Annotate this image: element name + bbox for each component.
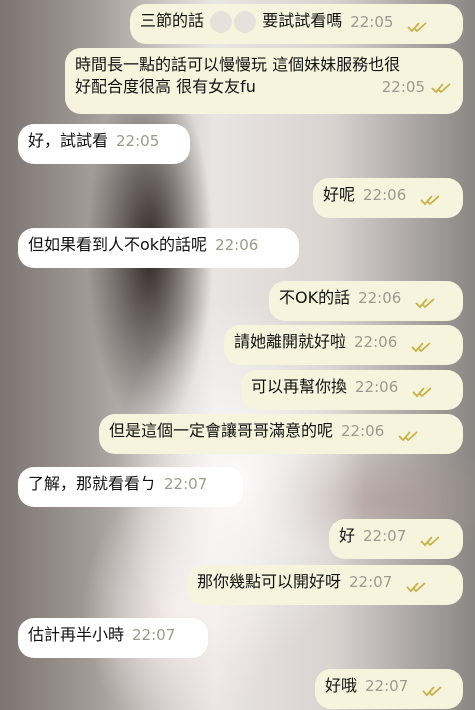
double-check-icon <box>406 582 426 593</box>
message-text: 可以再幫你換 <box>251 377 348 396</box>
message-bubble-outgoing[interactable]: 請她離開就好啦 22:06 <box>224 325 463 365</box>
message-text: 好 <box>339 526 356 545</box>
message-time: 22:07 <box>349 573 393 591</box>
message-bubble-incoming[interactable]: 但如果看到人不ok的話呢 22:06 <box>18 228 299 268</box>
double-check-icon <box>431 83 451 94</box>
message-text: 請她離開就好啦 <box>234 332 347 351</box>
message-text: 估計再半小時 <box>28 625 125 644</box>
message-text-line: 好配合度很高 很有女友fu <box>75 77 256 96</box>
message-time: 22:07 <box>164 475 208 493</box>
message-bubble-incoming[interactable]: 估計再半小時 22:07 <box>18 618 208 658</box>
double-check-icon <box>411 342 431 353</box>
message-time: 22:05 <box>116 132 160 150</box>
message-text: 但如果看到人不ok的話呢 <box>28 235 208 254</box>
sticker-icon <box>210 10 233 33</box>
message-time: 22:05 <box>350 12 394 31</box>
message-time: 22:06 <box>354 333 398 351</box>
message-time: 22:07 <box>363 527 407 545</box>
message-text: 好，試試看 <box>28 131 109 150</box>
message-bubble-outgoing[interactable]: 那你幾點可以開好呀 22:07 <box>187 565 463 605</box>
message-bubble-outgoing[interactable]: 好呢 22:06 <box>313 178 463 218</box>
double-check-icon <box>415 298 435 309</box>
double-check-icon <box>420 536 440 547</box>
message-bubble-outgoing[interactable]: 不OK的話 22:06 <box>269 281 463 321</box>
message-time: 22:05 <box>381 78 425 96</box>
message-bubble-outgoing[interactable]: 好 22:07 <box>329 519 463 559</box>
message-bubble-outgoing[interactable]: 時間長一點的話可以慢慢玩 這個妹妹服務也很 好配合度很高 很有女友fu 22:0… <box>65 48 463 114</box>
message-time: 22:07 <box>365 677 409 695</box>
message-time: 22:06 <box>355 378 399 396</box>
message-time: 22:06 <box>215 236 259 254</box>
message-text: 三節的話 要試試看嗎 <box>140 10 342 33</box>
message-text: 好呢 <box>323 185 356 204</box>
message-text: 好哦 <box>325 676 358 695</box>
double-check-icon <box>407 21 428 32</box>
message-bubble-outgoing[interactable]: 但是這個一定會讓哥哥滿意的呢 22:06 <box>99 414 463 454</box>
message-bubble-outgoing[interactable]: 可以再幫你換 22:06 <box>241 370 463 410</box>
message-text-line: 時間長一點的話可以慢慢玩 這個妹妹服務也很 <box>75 55 401 74</box>
message-time: 22:06 <box>358 289 402 307</box>
message-text: 那你幾點可以開好呀 <box>197 572 342 591</box>
message-time: 22:07 <box>132 626 176 644</box>
double-check-icon <box>422 686 442 697</box>
message-bubble-incoming[interactable]: 了解，那就看看ㄅ 22:07 <box>18 467 243 507</box>
message-bubble-incoming[interactable]: 好，試試看 22:05 <box>18 124 190 164</box>
message-text: 但是這個一定會讓哥哥滿意的呢 <box>109 421 334 440</box>
sticker-icon <box>234 10 257 33</box>
double-check-icon <box>398 431 418 442</box>
double-check-icon <box>412 387 432 398</box>
message-time: 22:06 <box>363 186 407 204</box>
message-text: 了解，那就看看ㄅ <box>28 474 157 493</box>
double-check-icon <box>420 195 440 206</box>
message-bubble-outgoing[interactable]: 三節的話 要試試看嗎 22:05 <box>130 4 463 44</box>
message-time: 22:06 <box>341 422 385 440</box>
message-bubble-outgoing[interactable]: 好哦 22:07 <box>315 669 463 709</box>
message-text: 不OK的話 <box>279 288 351 307</box>
